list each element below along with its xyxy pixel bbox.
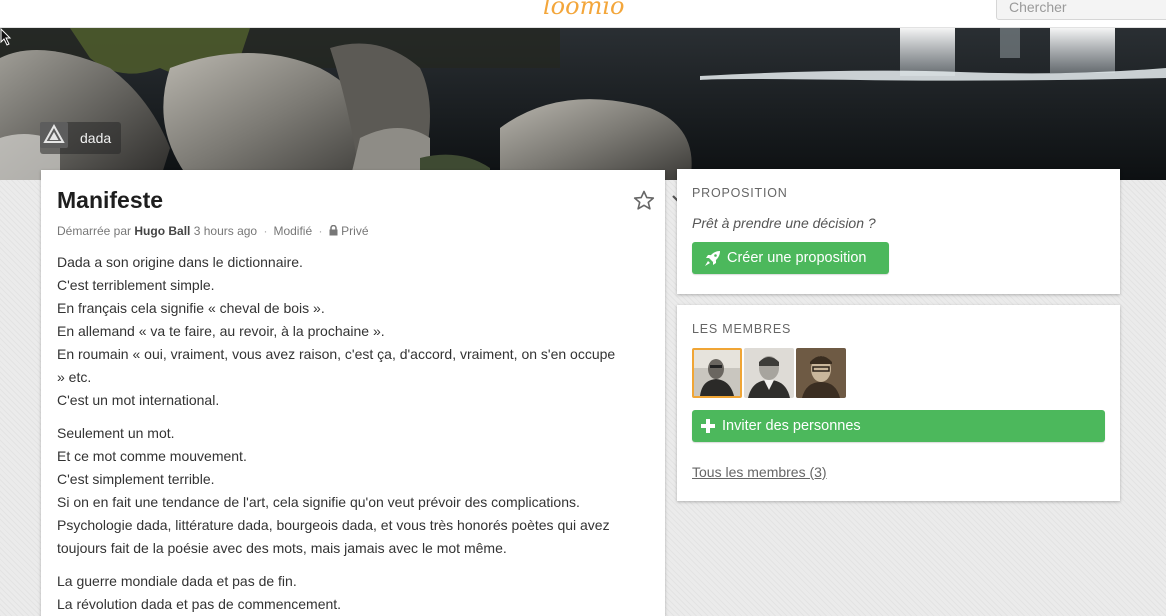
author-name[interactable]: Hugo Ball <box>134 224 190 238</box>
create-proposal-button[interactable]: Créer une proposition <box>692 242 889 274</box>
discussion-card: Manifeste Démarrée par Hugo Ball 3 hours… <box>41 170 684 616</box>
cover-photo <box>0 28 1166 180</box>
description-line: toujours fait de la poésie avec des mots… <box>57 540 507 556</box>
separator: · <box>318 224 323 238</box>
discussion-meta: Démarrée par Hugo Ball 3 hours ago · Modi… <box>57 224 649 238</box>
members-section-title: LES MEMBRES <box>692 322 792 336</box>
started-by-label: Démarrée par <box>57 224 132 238</box>
proposal-section-title: PROPOSITION <box>692 186 788 200</box>
description-line: C'est simplement terrible. <box>57 471 215 487</box>
description-line: Dada a son origine dans le dictionnaire. <box>57 254 303 270</box>
description-line: Seulement un mot. <box>57 425 175 441</box>
description-line: Si on en fait une tendance de l'art, cel… <box>57 494 580 510</box>
privacy-label: Privé <box>341 224 369 238</box>
group-logo-icon <box>40 122 72 152</box>
avatar[interactable] <box>744 348 794 398</box>
rocket-icon <box>704 250 721 267</box>
members-card: LES MEMBRES Inviter des personnes Tous l… <box>677 305 1120 501</box>
mouse-cursor-icon <box>0 28 12 46</box>
edited-link[interactable]: Modifié <box>273 224 312 238</box>
description-line: La guerre mondiale dada et pas de fin. <box>57 573 297 589</box>
description-line: » etc. <box>57 369 92 385</box>
proposal-prompt: Prêt à prendre une décision ? <box>692 215 876 231</box>
avatar[interactable] <box>692 348 742 398</box>
loomio-logo[interactable]: loomio <box>543 0 624 20</box>
description-paragraph: Seulement un mot. Et ce mot comme mouvem… <box>57 422 649 560</box>
description-line: La révolution dada et pas de commencemen… <box>57 596 342 612</box>
description-line: En allemand « va te faire, au revoir, à … <box>57 323 385 339</box>
description-line: En roumain « oui, vraiment, vous avez ra… <box>57 346 616 362</box>
group-name: dada <box>80 130 112 146</box>
description-line: Psychologie dada, littérature dada, bour… <box>57 517 610 533</box>
timestamp: 3 hours ago <box>193 224 258 238</box>
star-icon[interactable] <box>633 190 655 211</box>
description-line: C'est un mot international. <box>57 392 220 408</box>
lock-icon <box>329 225 338 236</box>
description-line: En français cela signifie « cheval de bo… <box>57 300 325 316</box>
member-avatars <box>692 348 1105 398</box>
plus-icon <box>701 419 715 433</box>
separator: · <box>263 224 268 238</box>
avatar[interactable] <box>796 348 846 398</box>
discussion-description: Dada a son origine dans le dictionnaire.… <box>57 251 649 616</box>
top-navbar: loomio <box>0 0 1166 28</box>
description-paragraph: La guerre mondiale dada et pas de fin. L… <box>57 570 649 616</box>
description-line: C'est terriblement simple. <box>57 277 215 293</box>
create-proposal-label: Créer une proposition <box>727 250 867 266</box>
description-line: Et ce mot comme mouvement. <box>57 448 247 464</box>
group-cover-image: dada <box>0 28 1166 180</box>
discussion-title: Manifeste <box>57 187 164 213</box>
invite-people-label: Inviter des personnes <box>722 418 861 434</box>
all-members-link[interactable]: Tous les membres (3) <box>692 464 827 480</box>
search-input[interactable] <box>996 0 1166 20</box>
proposal-card: PROPOSITION Prêt à prendre une décision … <box>677 169 1120 294</box>
invite-people-button[interactable]: Inviter des personnes <box>692 410 1105 442</box>
group-badge[interactable]: dada <box>40 122 122 154</box>
description-paragraph: Dada a son origine dans le dictionnaire.… <box>57 251 649 412</box>
